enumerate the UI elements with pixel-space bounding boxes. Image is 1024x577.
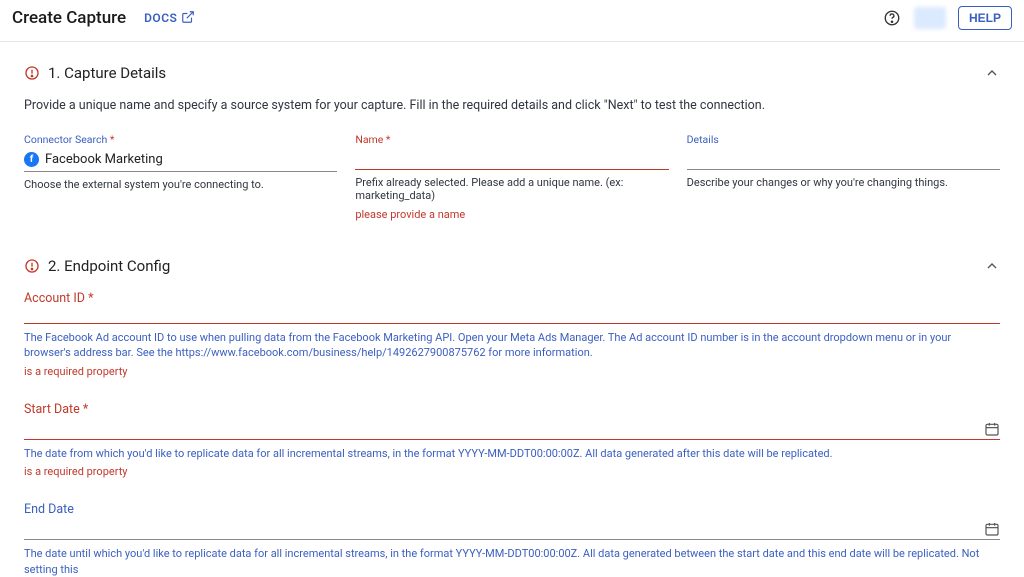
name-field: Name * Prefix already selected. Please a… xyxy=(355,133,668,221)
header-left: Create Capture DOCS xyxy=(12,8,195,28)
page-title: Create Capture xyxy=(12,8,126,28)
external-link-icon xyxy=(181,10,195,27)
page-body: 1. Capture Details Provide a unique name… xyxy=(0,41,1024,577)
details-label: Details xyxy=(687,133,1000,146)
section-title-wrap: 1. Capture Details xyxy=(24,64,166,82)
name-help: Prefix already selected. Please add a un… xyxy=(355,176,668,202)
section-title-wrap: 2. Endpoint Config xyxy=(24,257,170,275)
section-header-endpoint-config[interactable]: 2. Endpoint Config xyxy=(24,257,1000,275)
user-avatar[interactable] xyxy=(914,7,946,29)
end-date-field: End Date The date until which you'd like… xyxy=(24,502,1000,577)
account-id-help: The Facebook Ad account ID to use when p… xyxy=(24,330,1000,361)
section-capture-details: 1. Capture Details Provide a unique name… xyxy=(0,42,1024,221)
facebook-icon: f xyxy=(24,152,39,167)
alert-icon xyxy=(24,258,40,274)
section-header-capture-details[interactable]: 1. Capture Details xyxy=(24,64,1000,82)
end-date-help: The date until which you'd like to repli… xyxy=(24,546,1000,577)
name-error: please provide a name xyxy=(355,208,668,221)
start-date-field: Start Date * The date from which you'd l… xyxy=(24,402,1000,478)
capture-details-form: Connector Search * f Facebook Marketing … xyxy=(24,133,1000,221)
help-circle-icon[interactable] xyxy=(882,8,902,28)
details-help: Describe your changes or why you're chan… xyxy=(687,176,1000,189)
account-id-error: is a required property xyxy=(24,365,1000,378)
account-id-input[interactable] xyxy=(24,308,1000,324)
connector-search-input[interactable]: f Facebook Marketing xyxy=(24,148,337,172)
account-id-label: Account ID * xyxy=(24,291,1000,306)
start-date-error: is a required property xyxy=(24,465,1000,478)
start-date-input[interactable] xyxy=(24,419,1000,440)
name-input[interactable] xyxy=(355,148,668,170)
section-description: Provide a unique name and specify a sour… xyxy=(24,98,1000,113)
start-date-help: The date from which you'd like to replic… xyxy=(24,446,1000,461)
chevron-up-icon xyxy=(984,258,1000,274)
section-title: 2. Endpoint Config xyxy=(48,257,170,275)
end-date-input[interactable] xyxy=(24,519,1000,540)
app-header: Create Capture DOCS HELP xyxy=(0,0,1024,41)
connector-search-field: Connector Search * f Facebook Marketing … xyxy=(24,133,337,221)
connector-value: Facebook Marketing xyxy=(45,152,163,167)
connector-search-label: Connector Search * xyxy=(24,133,337,146)
header-right: HELP xyxy=(882,6,1012,30)
section-title: 1. Capture Details xyxy=(48,64,166,82)
account-id-field: Account ID * The Facebook Ad account ID … xyxy=(24,291,1000,378)
name-label: Name * xyxy=(355,133,668,146)
docs-link[interactable]: DOCS xyxy=(144,10,195,27)
connector-help: Choose the external system you're connec… xyxy=(24,178,337,191)
details-input[interactable] xyxy=(687,148,1000,170)
end-date-label: End Date xyxy=(24,502,1000,517)
chevron-up-icon xyxy=(984,65,1000,81)
help-button[interactable]: HELP xyxy=(958,6,1012,30)
docs-label: DOCS xyxy=(144,11,177,25)
details-field: Details Describe your changes or why you… xyxy=(687,133,1000,221)
calendar-icon[interactable] xyxy=(984,421,1000,437)
start-date-label: Start Date * xyxy=(24,402,1000,417)
help-button-label: HELP xyxy=(969,11,1001,25)
alert-icon xyxy=(24,65,40,81)
